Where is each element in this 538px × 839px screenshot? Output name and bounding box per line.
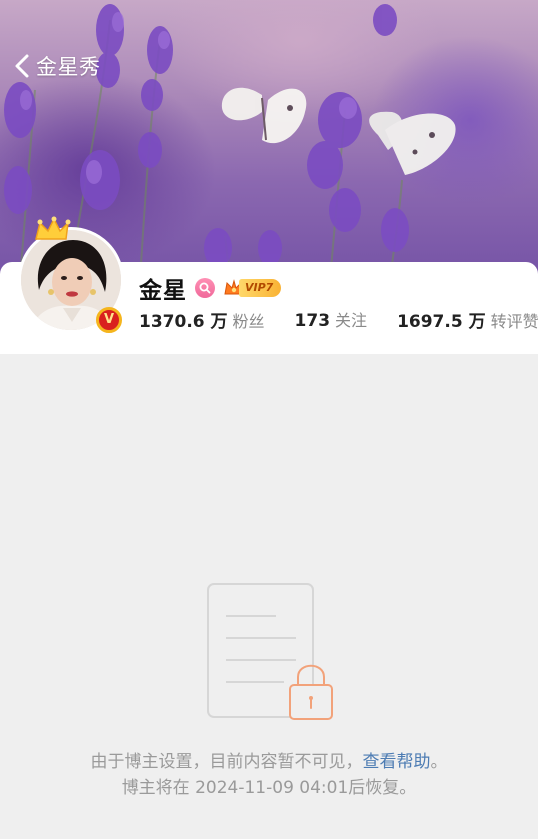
stat-reposts-comments-likes[interactable]: 1697.5 万 转评赞 <box>397 307 538 332</box>
butterfly-left <box>221 87 307 144</box>
avatar-container[interactable]: V <box>18 216 124 333</box>
chevron-left-icon <box>15 54 29 78</box>
profile-name-row: 金星 VIP7 <box>139 273 282 304</box>
stat-followers[interactable]: 1370.6 万 粉丝 <box>139 307 265 332</box>
private-content-notice: 由于博主设置，目前内容暂不可见，查看帮助。 博主将在 2024-11-09 04… <box>0 749 538 801</box>
stat-following[interactable]: 173 关注 <box>295 307 368 331</box>
back-button[interactable]: 金星秀 <box>12 50 101 82</box>
magnifier-icon[interactable] <box>195 278 215 298</box>
profile-screen: 金星秀 V 金星 VIP7 1370.6 万 粉丝 173 关注 1697.5 … <box>0 0 538 839</box>
notice-restore-line: 博主将在 2024-11-09 04:01后恢复。 <box>121 778 417 798</box>
stat-value: 1697.5 万 <box>397 311 486 332</box>
vip-level-label: VIP7 <box>239 279 282 297</box>
stat-label: 关注 <box>335 311 368 330</box>
stat-value: 173 <box>294 311 331 331</box>
lock-icon <box>289 664 333 720</box>
stat-label: 转评赞 <box>490 311 538 331</box>
notice-text: 由于博主设置，目前内容暂不可见， <box>90 752 363 772</box>
butterfly-right <box>369 111 456 175</box>
stat-label: 粉丝 <box>232 311 265 331</box>
profile-stats: 1370.6 万 粉丝 173 关注 1697.5 万 转评赞 <box>139 306 538 332</box>
stat-value: 1370.6 万 <box>139 311 228 332</box>
private-content-illustration <box>207 583 333 720</box>
profile-name: 金星 <box>139 278 187 304</box>
vip-badge[interactable]: VIP7 <box>223 278 282 298</box>
crown-icon <box>35 216 71 240</box>
verified-v-icon: V <box>96 307 122 333</box>
page-title: 金星秀 <box>36 55 101 79</box>
notice-line-1: 由于博主设置，目前内容暂不可见，查看帮助。 <box>0 749 538 775</box>
notice-period: 。 <box>430 752 448 772</box>
help-link[interactable]: 查看帮助 <box>363 752 431 772</box>
